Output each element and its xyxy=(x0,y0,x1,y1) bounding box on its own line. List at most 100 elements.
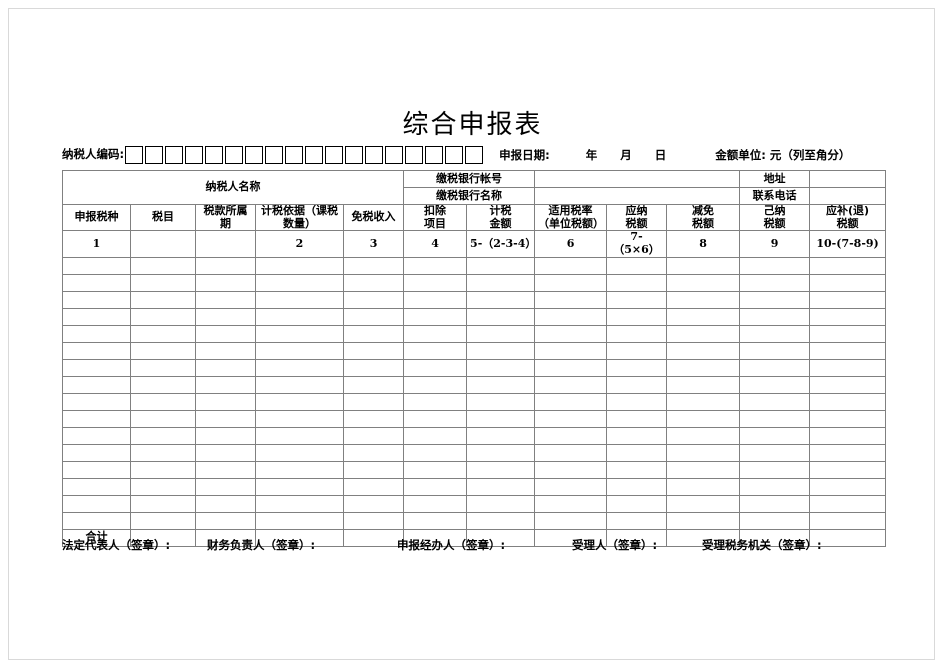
data-cell[interactable] xyxy=(466,426,536,445)
data-cell[interactable] xyxy=(62,324,131,343)
data-cell[interactable] xyxy=(534,256,608,275)
data-cell[interactable] xyxy=(739,409,811,428)
data-cell[interactable] xyxy=(130,273,196,292)
taxpayer-code-box[interactable] xyxy=(165,146,184,164)
data-cell[interactable] xyxy=(606,375,668,394)
data-cell[interactable] xyxy=(739,256,811,275)
data-cell[interactable] xyxy=(466,290,536,309)
data-cell[interactable] xyxy=(195,375,256,394)
data-cell[interactable] xyxy=(62,341,131,360)
data-cell[interactable] xyxy=(195,307,256,326)
data-cell[interactable] xyxy=(130,494,196,513)
data-cell[interactable] xyxy=(534,307,608,326)
data-cell[interactable] xyxy=(739,477,811,496)
data-cell[interactable] xyxy=(809,358,887,377)
taxpayer-code-box[interactable] xyxy=(325,146,344,164)
address-value[interactable] xyxy=(809,170,887,188)
data-cell[interactable] xyxy=(342,307,405,326)
taxpayer-code-box[interactable] xyxy=(405,146,424,164)
data-cell[interactable] xyxy=(130,375,196,394)
taxpayer-code-box[interactable] xyxy=(225,146,244,164)
data-cell[interactable] xyxy=(666,307,741,326)
data-cell[interactable] xyxy=(809,290,887,309)
data-cell[interactable] xyxy=(62,290,131,309)
data-cell[interactable] xyxy=(403,477,468,496)
data-cell[interactable] xyxy=(255,494,344,513)
data-cell[interactable] xyxy=(606,443,668,462)
data-cell[interactable] xyxy=(809,460,887,479)
data-cell[interactable] xyxy=(666,494,741,513)
data-cell[interactable] xyxy=(342,511,405,530)
data-cell[interactable] xyxy=(809,324,887,343)
data-cell[interactable] xyxy=(534,341,608,360)
data-cell[interactable] xyxy=(534,460,608,479)
data-cell[interactable] xyxy=(466,375,536,394)
data-cell[interactable] xyxy=(666,375,741,394)
data-cell[interactable] xyxy=(255,375,344,394)
data-cell[interactable] xyxy=(534,358,608,377)
data-cell[interactable] xyxy=(342,494,405,513)
data-cell[interactable] xyxy=(403,256,468,275)
data-cell[interactable] xyxy=(534,409,608,428)
data-cell[interactable] xyxy=(403,511,468,530)
data-cell[interactable] xyxy=(666,443,741,462)
data-cell[interactable] xyxy=(255,256,344,275)
data-cell[interactable] xyxy=(466,273,536,292)
data-cell[interactable] xyxy=(606,494,668,513)
data-cell[interactable] xyxy=(130,460,196,479)
data-cell[interactable] xyxy=(606,409,668,428)
data-cell[interactable] xyxy=(739,392,811,411)
data-cell[interactable] xyxy=(466,409,536,428)
data-cell[interactable] xyxy=(195,324,256,343)
data-cell[interactable] xyxy=(606,392,668,411)
data-cell[interactable] xyxy=(62,443,131,462)
data-cell[interactable] xyxy=(809,375,887,394)
data-cell[interactable] xyxy=(606,290,668,309)
data-cell[interactable] xyxy=(739,375,811,394)
data-cell[interactable] xyxy=(466,392,536,411)
data-cell[interactable] xyxy=(130,443,196,462)
data-cell[interactable] xyxy=(130,324,196,343)
data-cell[interactable] xyxy=(466,494,536,513)
data-cell[interactable] xyxy=(606,358,668,377)
taxpayer-code-box[interactable] xyxy=(385,146,404,164)
data-cell[interactable] xyxy=(606,307,668,326)
data-cell[interactable] xyxy=(403,494,468,513)
data-cell[interactable] xyxy=(255,290,344,309)
data-cell[interactable] xyxy=(342,392,405,411)
data-cell[interactable] xyxy=(739,494,811,513)
data-cell[interactable] xyxy=(606,477,668,496)
taxpayer-code-box[interactable] xyxy=(125,146,144,164)
data-cell[interactable] xyxy=(739,307,811,326)
data-cell[interactable] xyxy=(255,426,344,445)
data-cell[interactable] xyxy=(62,494,131,513)
data-cell[interactable] xyxy=(403,324,468,343)
data-cell[interactable] xyxy=(666,477,741,496)
data-cell[interactable] xyxy=(403,409,468,428)
taxpayer-code-box[interactable] xyxy=(425,146,444,164)
data-cell[interactable] xyxy=(255,358,344,377)
taxpayer-code-box[interactable] xyxy=(345,146,364,164)
data-cell[interactable] xyxy=(342,409,405,428)
data-cell[interactable] xyxy=(809,273,887,292)
bank-account-value[interactable] xyxy=(534,170,741,188)
taxpayer-code-box[interactable] xyxy=(145,146,164,164)
data-cell[interactable] xyxy=(130,290,196,309)
bank-name-value[interactable] xyxy=(534,187,741,205)
data-cell[interactable] xyxy=(403,341,468,360)
data-cell[interactable] xyxy=(130,341,196,360)
data-cell[interactable] xyxy=(666,324,741,343)
data-cell[interactable] xyxy=(255,273,344,292)
taxpayer-code-box[interactable] xyxy=(205,146,224,164)
data-cell[interactable] xyxy=(534,426,608,445)
data-cell[interactable] xyxy=(130,392,196,411)
data-cell[interactable] xyxy=(666,426,741,445)
data-cell[interactable] xyxy=(809,256,887,275)
data-cell[interactable] xyxy=(62,409,131,428)
data-cell[interactable] xyxy=(255,324,344,343)
data-cell[interactable] xyxy=(739,273,811,292)
data-cell[interactable] xyxy=(809,426,887,445)
data-cell[interactable] xyxy=(130,358,196,377)
data-cell[interactable] xyxy=(739,511,811,530)
data-cell[interactable] xyxy=(666,341,741,360)
